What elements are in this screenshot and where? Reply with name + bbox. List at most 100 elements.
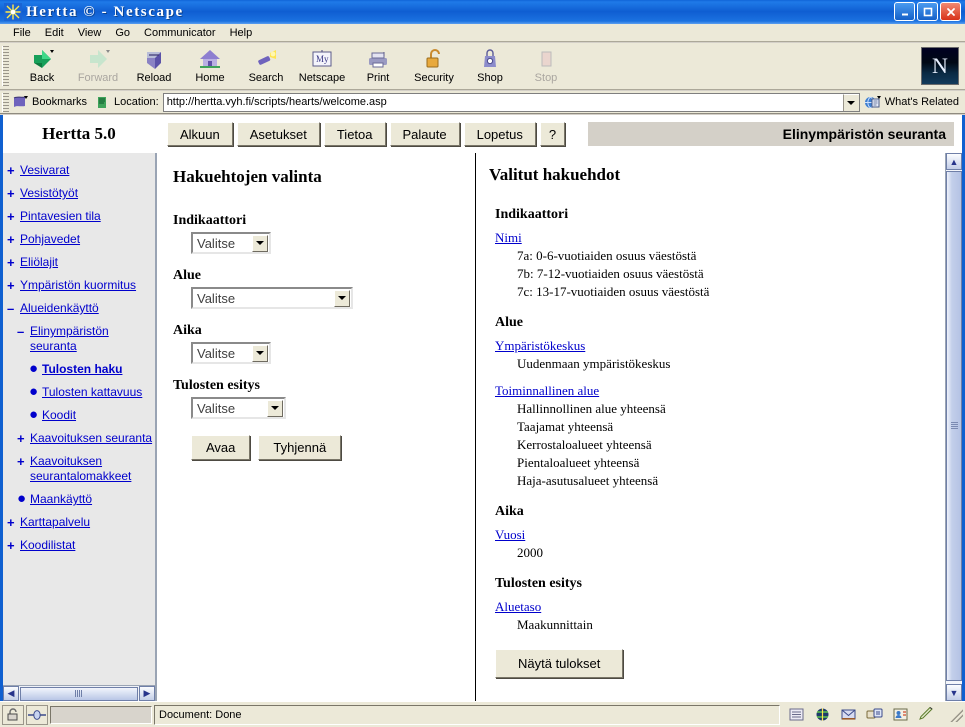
- stop-button[interactable]: Stop: [518, 44, 574, 88]
- sidebar-item-kaavoituksen-seuranta[interactable]: + Kaavoituksen seuranta: [17, 431, 155, 446]
- sidebar-scroll-thumb[interactable]: [20, 686, 138, 701]
- url-dropdown-chevron-down-icon[interactable]: [842, 93, 859, 111]
- back-button[interactable]: Back: [14, 44, 70, 88]
- expand-plus-icon[interactable]: +: [7, 255, 20, 270]
- sidebar-item-maankaytto[interactable]: ● Maankäyttö: [17, 491, 155, 507]
- print-button[interactable]: Print: [350, 44, 406, 88]
- resize-grip[interactable]: [949, 707, 963, 722]
- sidebar-item-label[interactable]: Koodilistat: [20, 538, 75, 553]
- clear-button[interactable]: Tyhjennä: [258, 435, 342, 460]
- search-button[interactable]: Search: [238, 44, 294, 88]
- scroll-down-arrow-icon[interactable]: ▼: [946, 684, 962, 701]
- sidebar-item-alueidenkaytto[interactable]: – Alueidenkäyttö: [7, 301, 155, 316]
- sidebar-item-label[interactable]: Elinympäristön seuranta: [30, 324, 155, 354]
- location-bar-gripper[interactable]: [2, 92, 9, 112]
- sidebar-item-label[interactable]: Vesistötyöt: [20, 186, 78, 201]
- criteria-link-toiminnallinen-alue[interactable]: Toiminnallinen alue: [495, 383, 599, 399]
- aika-select[interactable]: Valitse: [191, 342, 271, 364]
- security-padlock-icon[interactable]: [2, 704, 24, 725]
- address-book-icon[interactable]: [892, 707, 909, 722]
- shop-button[interactable]: Shop: [462, 44, 518, 88]
- tab-asetukset[interactable]: Asetukset: [236, 122, 320, 146]
- tab-alkuun[interactable]: Alkuun: [167, 122, 233, 146]
- expand-plus-icon[interactable]: +: [7, 232, 20, 247]
- tab-help[interactable]: ?: [539, 122, 566, 146]
- sidebar-item-label[interactable]: Pohjavedet: [20, 232, 80, 247]
- bookmarks-button[interactable]: Bookmarks: [12, 95, 87, 110]
- home-button[interactable]: Home: [182, 44, 238, 88]
- sidebar-item-label[interactable]: Kaavoituksen seuranta: [30, 431, 152, 446]
- chevron-down-icon[interactable]: [267, 399, 283, 417]
- sidebar-item-label[interactable]: Alueidenkäyttö: [20, 301, 99, 316]
- expand-plus-icon[interactable]: +: [17, 454, 30, 469]
- sidebar-item-ymparistokuormitus[interactable]: + Ympäristön kuormitus: [7, 278, 155, 293]
- criteria-link-vuosi[interactable]: Vuosi: [495, 527, 525, 543]
- sidebar-item-koodit[interactable]: ● Koodit: [29, 407, 155, 423]
- sidebar-item-karttapalvelu[interactable]: + Karttapalvelu: [7, 515, 155, 530]
- open-button[interactable]: Avaa: [191, 435, 251, 460]
- netscape-logo-icon[interactable]: N: [921, 47, 959, 85]
- sidebar-item-vesistotyot[interactable]: + Vesistötyöt: [7, 186, 155, 201]
- sidebar-item-label[interactable]: Vesivarat: [20, 163, 69, 178]
- sidebar-item-label[interactable]: Koodit: [42, 408, 76, 423]
- sidebar-item-pintavesien-tila[interactable]: + Pintavesien tila: [7, 209, 155, 224]
- toolbar-gripper[interactable]: [2, 46, 9, 86]
- composer-icon[interactable]: [866, 707, 883, 722]
- sidebar-item-label[interactable]: Karttapalvelu: [20, 515, 90, 530]
- tulosten-esitys-select[interactable]: Valitse: [191, 397, 286, 419]
- chevron-down-icon[interactable]: [252, 234, 268, 252]
- collapse-minus-icon[interactable]: –: [17, 324, 30, 339]
- minimize-button[interactable]: [894, 2, 915, 21]
- forward-button[interactable]: Forward: [70, 44, 126, 88]
- tab-palaute[interactable]: Palaute: [389, 122, 460, 146]
- show-results-button[interactable]: Näytä tulokset: [495, 649, 624, 678]
- expand-plus-icon[interactable]: +: [7, 163, 20, 178]
- whats-related-button[interactable]: What's Related: [862, 95, 965, 110]
- pencil-icon[interactable]: [918, 706, 935, 722]
- sidebar-item-label[interactable]: Kaavoituksen seurantalomakkeet: [30, 454, 155, 484]
- scroll-left-arrow-icon[interactable]: ◀: [3, 686, 19, 701]
- scroll-right-arrow-icon[interactable]: ▶: [139, 686, 155, 701]
- sidebar-item-vesivarat[interactable]: + Vesivarat: [7, 163, 155, 178]
- menu-view[interactable]: View: [71, 26, 109, 40]
- expand-plus-icon[interactable]: +: [7, 538, 20, 553]
- menu-edit[interactable]: Edit: [38, 26, 71, 40]
- tab-lopetus[interactable]: Lopetus: [463, 122, 536, 146]
- page-proxy-icon[interactable]: [95, 95, 110, 110]
- sidebar-item-label[interactable]: Ympäristön kuormitus: [20, 278, 136, 293]
- close-button[interactable]: [940, 2, 961, 21]
- menu-help[interactable]: Help: [223, 26, 260, 40]
- sidebar-item-label[interactable]: Tulosten haku: [42, 362, 122, 377]
- sidebar-item-tulosten-haku[interactable]: ● Tulosten haku: [29, 361, 155, 377]
- sidebar-item-koodilistat[interactable]: + Koodilistat: [7, 538, 155, 553]
- navigator-icon[interactable]: [814, 707, 831, 722]
- expand-plus-icon[interactable]: +: [7, 186, 20, 201]
- chevron-down-icon[interactable]: [252, 344, 268, 362]
- alue-select[interactable]: Valitse: [191, 287, 353, 309]
- sidebar-item-elinymparistonseuranta[interactable]: – Elinympäristön seuranta: [17, 324, 155, 354]
- sidebar-tab-icon[interactable]: [788, 707, 805, 722]
- mail-icon[interactable]: [840, 707, 857, 722]
- collapse-minus-icon[interactable]: –: [7, 301, 20, 316]
- menu-go[interactable]: Go: [108, 26, 137, 40]
- expand-plus-icon[interactable]: +: [7, 515, 20, 530]
- criteria-link-aluetaso[interactable]: Aluetaso: [495, 599, 541, 615]
- criteria-link-ymparistokeskus[interactable]: Ympäristökeskus: [495, 338, 585, 354]
- sidebar-item-eliolajit[interactable]: + Eliölajit: [7, 255, 155, 270]
- sidebar-item-tulosten-kattavuus[interactable]: ● Tulosten kattavuus: [29, 384, 155, 400]
- sidebar-horizontal-scrollbar[interactable]: ◀ ▶: [3, 685, 155, 701]
- url-input[interactable]: http://hertta.vyh.fi/scripts/hearts/welc…: [162, 92, 860, 112]
- menu-communicator[interactable]: Communicator: [137, 26, 223, 40]
- menu-file[interactable]: File: [6, 26, 38, 40]
- page-vertical-scrollbar[interactable]: ▲ ▼: [945, 153, 962, 701]
- sidebar-item-label[interactable]: Tulosten kattavuus: [42, 385, 142, 400]
- maximize-button[interactable]: [917, 2, 938, 21]
- netscape-button[interactable]: My Netscape: [294, 44, 350, 88]
- page-scroll-thumb[interactable]: [946, 171, 962, 681]
- sidebar-item-kaavoituksen-seurantalomakkeet[interactable]: + Kaavoituksen seurantalomakkeet: [17, 454, 155, 484]
- scroll-up-arrow-icon[interactable]: ▲: [946, 153, 962, 170]
- sidebar-item-pohjavedet[interactable]: + Pohjavedet: [7, 232, 155, 247]
- expand-plus-icon[interactable]: +: [7, 209, 20, 224]
- security-button[interactable]: Security: [406, 44, 462, 88]
- connection-icon[interactable]: [26, 704, 48, 725]
